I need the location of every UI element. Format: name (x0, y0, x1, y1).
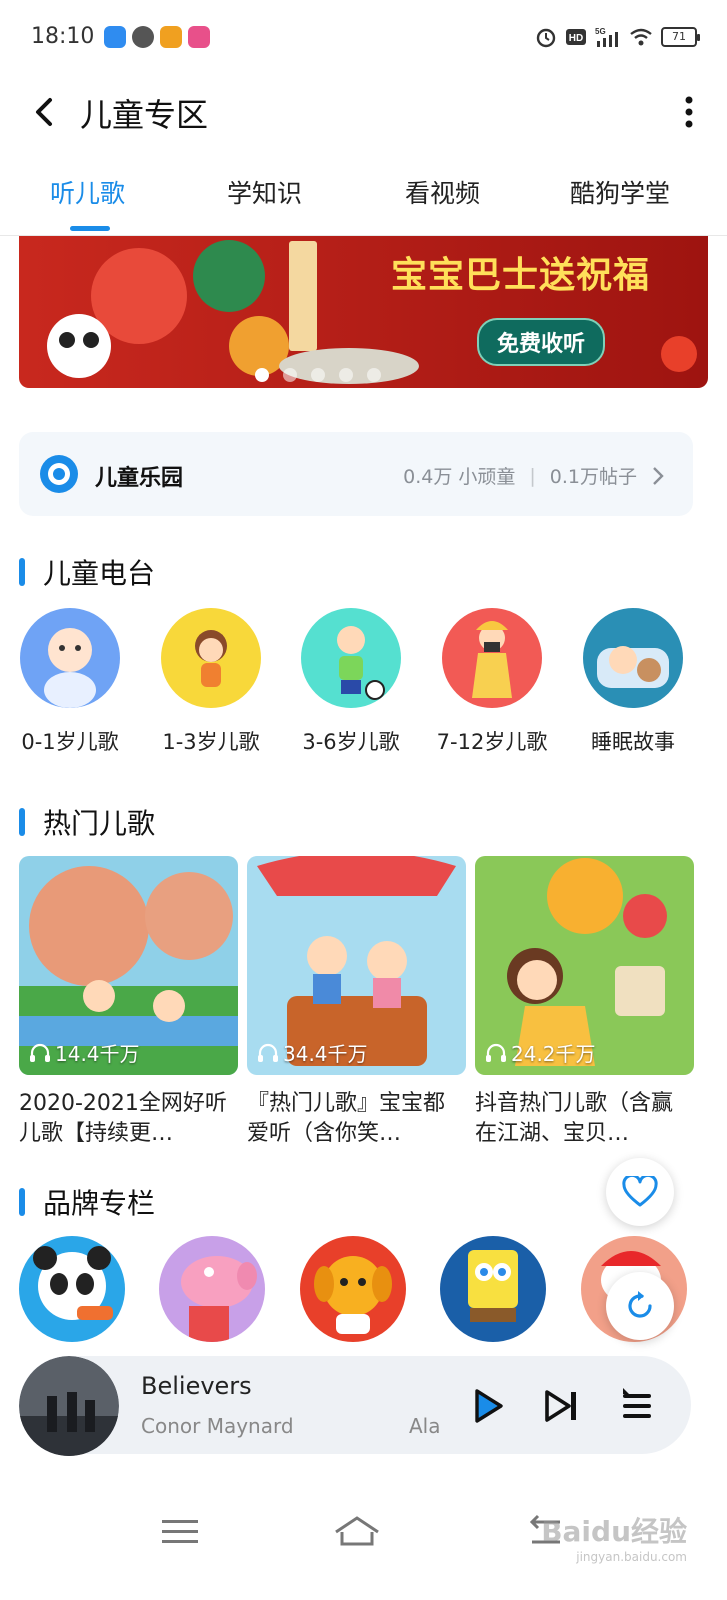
mini-player[interactable]: Believers Conor Maynard Ala (19, 1356, 691, 1456)
song-cover-image: 24.2千万 (475, 856, 694, 1075)
panda-brand-icon[interactable] (19, 1236, 125, 1342)
svg-text:HD: HD (569, 33, 583, 44)
carousel-dot[interactable] (339, 368, 353, 382)
svg-text:5G: 5G (595, 27, 606, 36)
carousel-dot[interactable] (311, 368, 325, 382)
song-title: 『热门儿歌』宝宝都爱听（含你笑… (247, 1091, 446, 1146)
promo-banner[interactable]: 宝宝巴士送祝福 免费收听 (19, 236, 708, 388)
radio-label: 0-1岁儿歌 (21, 730, 119, 754)
toddler-avatar-icon (161, 608, 261, 708)
sleeping-baby-icon (583, 608, 683, 708)
app-notification-icon (104, 26, 126, 48)
favorite-button[interactable] (606, 1158, 674, 1226)
child-soccer-icon (301, 608, 401, 708)
play-count: 34.4千万 (257, 1038, 368, 1067)
radio-label: 睡眠故事 (591, 730, 675, 754)
refresh-icon (628, 1291, 652, 1318)
song-card[interactable]: 24.2千万 抖音热门儿歌（含赢在江湖、宝贝… (475, 856, 694, 1149)
girl-camera-icon (442, 608, 542, 708)
radio-item[interactable]: 7-12岁儿歌 (427, 608, 557, 756)
carousel-dot[interactable] (255, 368, 269, 382)
lyrics-preview: Ala (409, 1414, 441, 1438)
headphone-icon (30, 1043, 50, 1062)
baby-avatar-icon (20, 608, 120, 708)
headphone-icon (486, 1043, 506, 1062)
dog-brand-icon[interactable] (300, 1236, 406, 1342)
play-count: 14.4千万 (29, 1038, 140, 1067)
game-notification-icon (188, 26, 210, 48)
carousel-dot[interactable] (283, 368, 297, 382)
community-members: 0.4万 小顽童 (403, 466, 516, 488)
track-artist: Conor Maynard (141, 1414, 294, 1438)
radio-label: 1-3岁儿歌 (162, 730, 260, 754)
carousel-dot[interactable] (367, 368, 381, 382)
more-options-icon[interactable] (681, 94, 697, 130)
system-icons: HD 5G 71 (535, 26, 700, 48)
menu-icon[interactable] (158, 1510, 202, 1554)
next-track-icon[interactable] (541, 1386, 581, 1426)
hot-section-title: 热门儿歌 (19, 802, 155, 842)
radio-item[interactable]: 0-1岁儿歌 (5, 608, 135, 756)
radio-label: 3-6岁儿歌 (302, 730, 400, 754)
headphone-icon (258, 1043, 278, 1062)
category-tabs: 听儿歌 学知识 看视频 酷狗学堂 (0, 160, 727, 236)
community-name: 儿童乐园 (95, 466, 184, 491)
weibo-notification-icon (160, 26, 182, 48)
radio-row: 0-1岁儿歌 1-3岁儿歌 3-6岁儿歌 7-12岁儿歌 睡眠故事 (0, 608, 727, 768)
song-cover-image: 34.4千万 (247, 856, 466, 1075)
chevron-right-icon (653, 466, 664, 485)
play-icon[interactable] (467, 1386, 507, 1426)
status-bar: 18:10 HD 5G 71 (0, 0, 727, 78)
system-nav-bar: Baidu经验 jingyan.baidu.com (0, 1480, 727, 1600)
title-bar: 儿童专区 (0, 78, 727, 148)
home-icon[interactable] (332, 1510, 382, 1554)
track-title: Believers (141, 1372, 252, 1400)
heart-icon (622, 1176, 658, 1207)
pig-brand-icon[interactable] (159, 1236, 265, 1342)
brand-section-title: 品牌专栏 (19, 1182, 155, 1222)
community-posts: 0.1万帖子 (549, 466, 637, 488)
alarm-icon (536, 28, 556, 48)
stats-separator: | (529, 464, 536, 487)
community-stats: 0.4万 小顽童 | 0.1万帖子 (403, 462, 665, 489)
radio-label: 7-12岁儿歌 (436, 730, 548, 754)
tab-watch-videos[interactable]: 看视频 (405, 174, 480, 210)
signal-icon: 5G (595, 27, 618, 47)
page-title: 儿童专区 (80, 96, 209, 134)
tab-learn-knowledge[interactable]: 学知识 (227, 174, 302, 210)
song-card[interactable]: 14.4千万 2020-2021全网好听儿歌【持续更… (19, 856, 238, 1149)
battery-icon: 71 (661, 27, 700, 47)
music-notification-icon (132, 26, 154, 48)
radio-item[interactable]: 睡眠故事 (568, 608, 698, 756)
song-card[interactable]: 34.4千万 『热门儿歌』宝宝都爱听（含你笑… (247, 856, 466, 1149)
song-cover-image: 14.4千万 (19, 856, 238, 1075)
song-title: 抖音热门儿歌（含赢在江湖、宝贝… (475, 1091, 674, 1146)
play-count: 24.2千万 (485, 1038, 596, 1067)
free-listen-button[interactable]: 免费收听 (477, 318, 606, 366)
tab-kugou-school[interactable]: 酷狗学堂 (570, 174, 670, 210)
playlist-icon[interactable] (617, 1386, 657, 1426)
radio-item[interactable]: 1-3岁儿歌 (146, 608, 276, 756)
watermark: Baidu经验 jingyan.baidu.com (541, 1515, 687, 1564)
carousel-dots (255, 368, 381, 382)
radio-section-title: 儿童电台 (19, 552, 155, 592)
active-tab-indicator (70, 226, 110, 231)
notification-icons (104, 26, 210, 48)
album-art[interactable] (19, 1356, 119, 1456)
back-icon[interactable] (26, 92, 66, 132)
community-card[interactable]: 儿童乐园 0.4万 小顽童 | 0.1万帖子 (19, 432, 693, 516)
wifi-icon (630, 28, 652, 46)
status-time: 18:10 (31, 24, 95, 49)
community-logo-icon (40, 455, 78, 493)
refresh-button[interactable] (606, 1272, 674, 1340)
banner-title: 宝宝巴士送祝福 (391, 255, 651, 296)
radio-item[interactable]: 3-6岁儿歌 (286, 608, 416, 756)
tab-listen-songs[interactable]: 听儿歌 (50, 174, 125, 210)
hd-icon: HD (566, 29, 586, 45)
song-title: 2020-2021全网好听儿歌【持续更… (19, 1091, 227, 1146)
sponge-brand-icon[interactable] (440, 1236, 546, 1342)
